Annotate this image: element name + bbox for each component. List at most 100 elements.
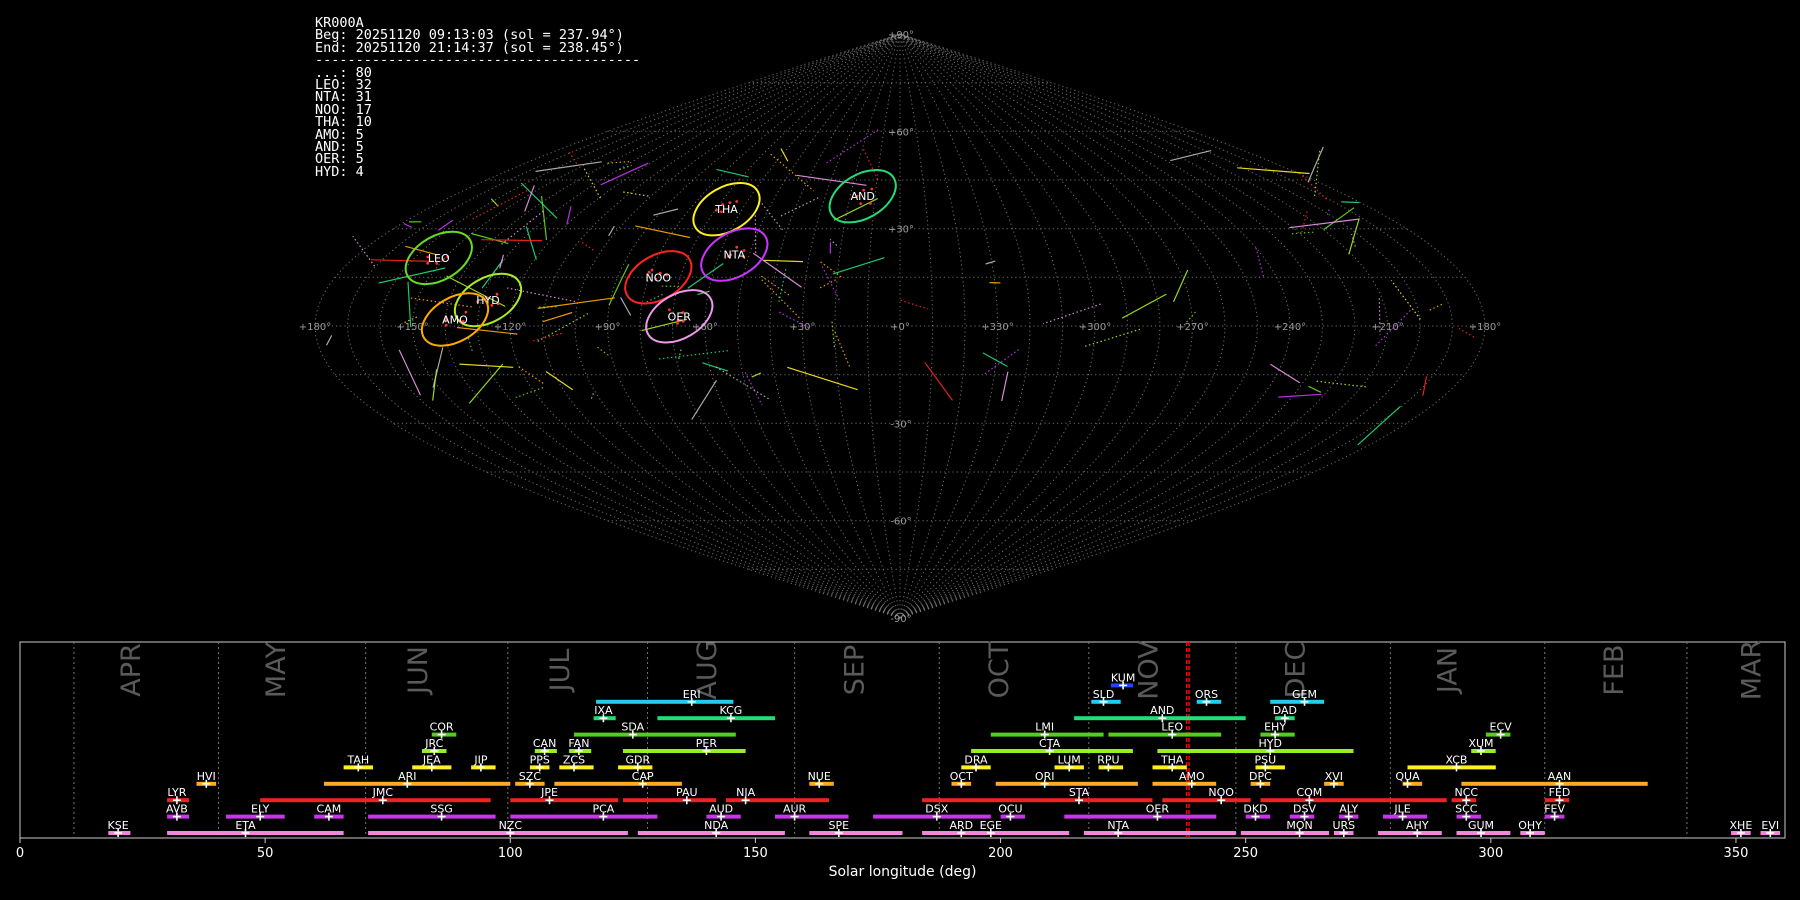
meteor-trail — [403, 222, 413, 229]
shower-cor: COR — [430, 721, 457, 739]
meteor-trail — [653, 208, 679, 216]
meteor-trail — [537, 297, 615, 309]
shower-bar — [510, 814, 658, 819]
meteor-trail — [525, 226, 537, 260]
meteor-trail — [1278, 393, 1322, 398]
shower-rpu: RPU — [1097, 753, 1124, 772]
longitude-label: +270° — [1176, 322, 1208, 333]
shower-label: CAP — [632, 770, 654, 783]
shower-label: GUM — [1468, 819, 1494, 832]
latitude-label: +30° — [888, 225, 914, 236]
shower-label: XVI — [1325, 770, 1343, 783]
x-tick-label: 0 — [16, 846, 24, 861]
meteor-trail — [1307, 146, 1324, 183]
meteor-trail — [826, 128, 880, 164]
shower-bar — [809, 831, 903, 835]
shower-tah: TAH — [343, 753, 373, 772]
meteor-trail — [1270, 363, 1301, 384]
shower-label: PPS — [530, 753, 550, 766]
shower-label: ELY — [251, 803, 270, 816]
shower-ecv: ECV — [1485, 721, 1512, 739]
shower-label: DPC — [1249, 770, 1272, 783]
shower-label: COM — [1296, 786, 1322, 799]
meteor-trail — [831, 320, 835, 348]
meteor-trail — [520, 182, 558, 219]
radiant-tha: THA — [692, 181, 761, 237]
meteor-trail — [620, 297, 632, 316]
meteor-trail — [716, 168, 749, 178]
shower-label: ARD — [949, 819, 973, 832]
shower-bar — [922, 798, 1153, 803]
radiant-label: OER — [668, 310, 692, 323]
meteor-trail — [398, 349, 422, 396]
shower-label: XUM — [1468, 737, 1493, 750]
meteor-trail — [752, 252, 802, 288]
shower-label: DSX — [925, 803, 948, 816]
shower-label: NTA — [1107, 819, 1129, 832]
shower-ixa: IXA — [593, 704, 616, 723]
shower-bar — [623, 798, 717, 803]
shower-oct: OCT — [950, 770, 973, 788]
shower-label: NOO — [1208, 786, 1234, 799]
month-label: MAY — [261, 641, 292, 698]
meteor-trail — [778, 267, 787, 303]
shower-can: CAN — [533, 737, 557, 755]
shower-bar — [657, 716, 776, 721]
meteor-trail — [691, 379, 718, 420]
meteor-trail — [770, 153, 815, 192]
shower-bar — [1157, 749, 1354, 753]
meteor-trail — [862, 149, 880, 182]
meteor-trail — [760, 202, 783, 231]
x-tick-label: 250 — [1233, 846, 1258, 861]
meteor-trail — [982, 352, 1008, 368]
shower-label: AUD — [709, 803, 733, 816]
shower-ocu: OCU — [998, 803, 1026, 821]
shower-label: NUE — [808, 770, 831, 783]
meteor-trail — [1357, 405, 1401, 446]
shower-label: OHY — [1518, 819, 1542, 832]
radiant-label: NOO — [646, 271, 672, 284]
shower-bar — [1240, 831, 1330, 835]
shower-count: HYD: 4 — [315, 163, 364, 180]
meteor-trail — [834, 331, 851, 368]
shower-dsv: DSV — [1289, 803, 1316, 821]
shower-cam: CAM — [314, 803, 344, 821]
meteor-trail — [596, 346, 609, 356]
radiant-label: AMO — [442, 314, 468, 327]
meteor-trail — [829, 238, 838, 246]
shower-urs: URS — [1332, 819, 1355, 837]
longitude-label: +330° — [981, 322, 1013, 333]
shower-label: ORS — [1195, 688, 1218, 701]
shower-label: GEM — [1292, 688, 1317, 701]
meteor-trail — [517, 365, 544, 384]
meteor-trail — [1341, 201, 1360, 204]
shower-label: NCC — [1455, 786, 1479, 799]
meteor-trail — [780, 148, 789, 162]
shower-label: URS — [1332, 819, 1355, 832]
shower-label: EGE — [980, 819, 1002, 832]
meteor-trail — [471, 232, 509, 245]
shower-xhe: XHE — [1730, 819, 1752, 837]
shower-label: HYD — [1258, 737, 1281, 750]
shower-dra: DRA — [961, 753, 991, 772]
meteor-trail — [1348, 219, 1360, 255]
month-label: MAR — [1736, 640, 1767, 701]
shower-label: ERI — [683, 688, 701, 701]
meteor-trail — [501, 210, 545, 245]
shower-xvi: XVI — [1324, 770, 1344, 788]
shower-label: PAU — [676, 786, 698, 799]
shower-label: LUM — [1058, 753, 1081, 766]
meteor-trail — [532, 332, 562, 342]
shower-label: SZC — [519, 770, 542, 783]
shower-bar — [574, 732, 736, 737]
shower-label: ARI — [398, 770, 416, 783]
shower-szc: SZC — [515, 770, 545, 788]
meteor-trail — [780, 196, 821, 217]
x-tick-label: 100 — [498, 846, 523, 861]
meteor-trail — [744, 372, 763, 406]
shower-dpc: DPC — [1249, 770, 1272, 788]
shower-label: RPU — [1097, 753, 1119, 766]
meteor-trail — [1289, 218, 1360, 229]
shower-dkd: DKD — [1243, 803, 1271, 821]
meteor-trail — [1001, 371, 1009, 402]
